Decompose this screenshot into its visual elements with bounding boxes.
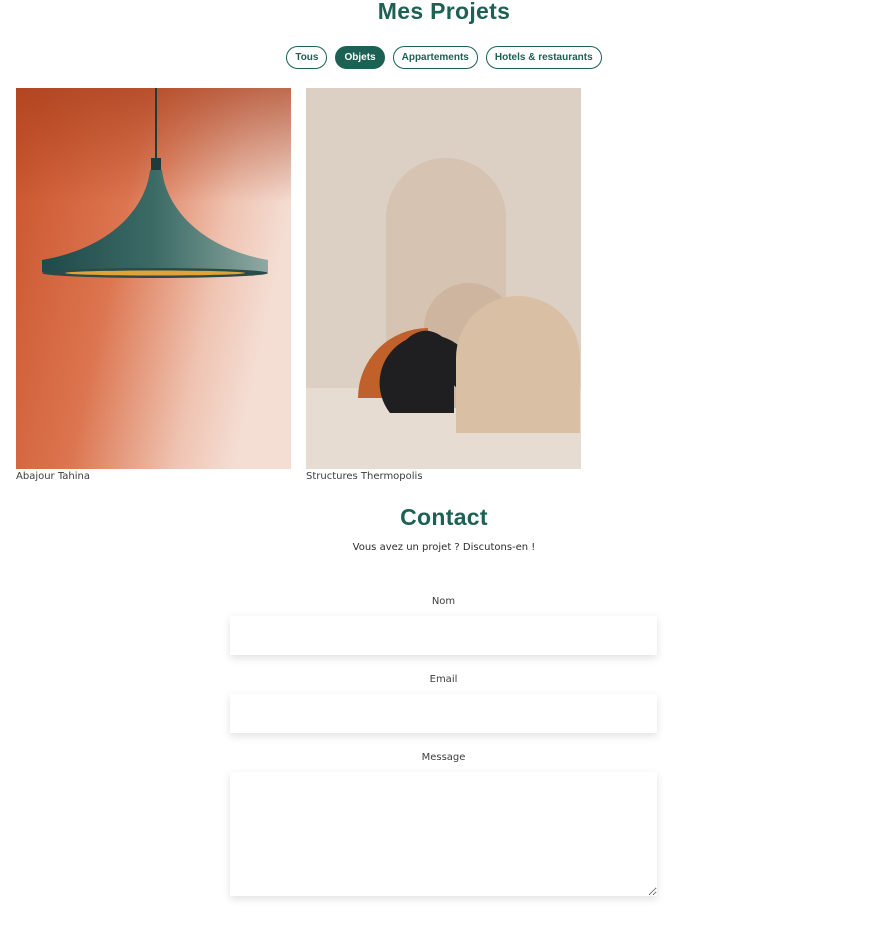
project-card[interactable]: Structures Thermopolis [306,88,581,482]
lamp-photo [16,88,291,469]
filter-all-button[interactable]: Tous [286,46,328,69]
lamp-photo-image [16,88,291,469]
name-label: Nom [431,596,456,607]
contact-subtitle: Vous avez un projet ? Discutons-en ! [352,542,536,553]
contact-form: Nom Email Message [230,596,657,896]
email-field[interactable] [230,694,657,733]
message-field[interactable] [230,772,657,896]
filter-apartments-button[interactable]: Appartements [392,46,478,69]
project-card[interactable]: Abajour Tahina [16,88,291,482]
structures-photo-image [306,88,581,469]
project-caption: Abajour Tahina [16,471,91,482]
email-label: Email [429,674,458,685]
filter-bar: Tous Objets Appartements Hotels & restau… [0,46,888,69]
filter-objects-button[interactable]: Objets [335,46,385,69]
project-caption: Structures Thermopolis [306,471,423,482]
message-label: Message [421,752,466,763]
contact-title: Contact [400,504,488,530]
filter-hotels-restaurants-button[interactable]: Hotels & restaurants [485,46,602,69]
projects-title: Mes Projets [377,0,511,24]
structures-photo [306,88,581,469]
name-field[interactable] [230,616,657,655]
